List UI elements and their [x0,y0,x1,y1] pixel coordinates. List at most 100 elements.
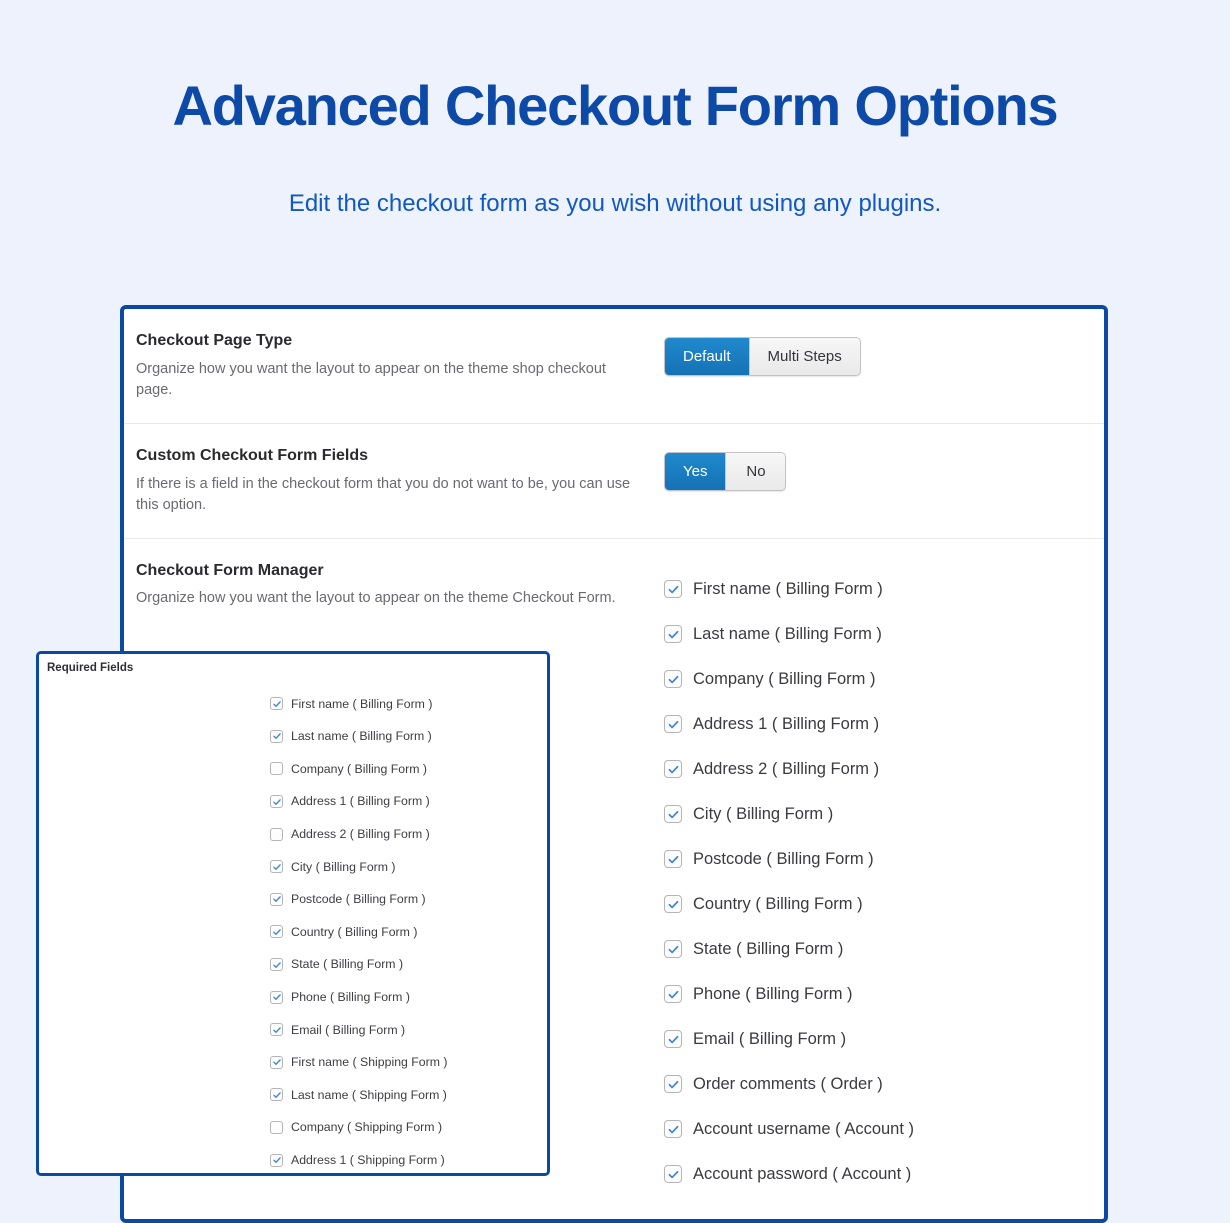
checkbox-checked-icon[interactable] [664,760,682,778]
required-field-item[interactable]: Company ( Shipping Form ) [39,1111,547,1144]
required-field-label: Last name ( Billing Form ) [291,730,432,742]
checkbox-checked-icon[interactable] [664,670,682,688]
required-field-label: Company ( Billing Form ) [291,763,427,775]
checkbox-unchecked-icon[interactable] [270,1121,283,1134]
checkout-page-type-option-multi-steps[interactable]: Multi Steps [749,338,860,375]
required-field-item[interactable]: Address 1 ( Shipping Form ) [39,1144,547,1176]
setting-info: Checkout Page Type Organize how you want… [136,331,664,401]
required-field-label: First name ( Shipping Form ) [291,1056,448,1068]
setting-label: Checkout Page Type [136,331,664,352]
required-field-label: Country ( Billing Form ) [291,926,417,938]
required-field-item[interactable]: City ( Billing Form ) [39,850,547,883]
checkout-page-type-option-default[interactable]: Default [665,338,749,375]
checkbox-checked-icon[interactable] [270,991,283,1004]
checkbox-unchecked-icon[interactable] [270,762,283,775]
custom-fields-option-no[interactable]: No [725,453,785,490]
required-field-item[interactable]: First name ( Shipping Form ) [39,1046,547,1079]
checkbox-checked-icon[interactable] [270,795,283,808]
checkbox-checked-icon[interactable] [270,925,283,938]
required-field-label: Company ( Shipping Form ) [291,1121,442,1133]
form-manager-field-label: Address 1 ( Billing Form ) [693,716,879,733]
checkbox-unchecked-icon[interactable] [270,828,283,841]
required-field-item[interactable]: Last name ( Billing Form ) [39,720,547,753]
required-field-item[interactable]: Address 1 ( Billing Form ) [39,785,547,818]
page-title: Advanced Checkout Form Options [0,78,1230,134]
checkbox-checked-icon[interactable] [664,985,682,1003]
form-manager-field-label: Postcode ( Billing Form ) [693,851,874,868]
checkbox-checked-icon[interactable] [270,1056,283,1069]
checkbox-checked-icon[interactable] [664,850,682,868]
checkbox-checked-icon[interactable] [270,1154,283,1167]
checkbox-checked-icon[interactable] [664,715,682,733]
checkbox-checked-icon[interactable] [664,805,682,823]
setting-control: Default Multi Steps [664,331,1076,376]
page-subtitle: Edit the checkout form as you wish witho… [0,134,1230,216]
required-fields-list: First name ( Billing Form ) Last name ( B… [39,675,547,1177]
checkbox-checked-icon[interactable] [664,940,682,958]
checkbox-checked-icon[interactable] [664,1075,682,1093]
checkbox-checked-icon[interactable] [664,1030,682,1048]
form-manager-field-label: Account username ( Account ) [693,1121,914,1138]
setting-label: Checkout Form Manager [136,561,664,582]
required-field-item[interactable]: Email ( Billing Form ) [39,1013,547,1046]
required-field-label: Postcode ( Billing Form ) [291,893,426,905]
required-field-label: First name ( Billing Form ) [291,698,432,710]
form-manager-field-item[interactable]: First name ( Billing Form ) [664,567,1076,612]
required-field-label: Address 2 ( Billing Form ) [291,828,430,840]
custom-fields-option-yes[interactable]: Yes [665,453,725,490]
checkbox-checked-icon[interactable] [270,860,283,873]
setting-control: First name ( Billing Form ) Last name ( B… [664,561,1076,1197]
checkbox-checked-icon[interactable] [270,893,283,906]
form-manager-field-item[interactable]: Account password ( Account ) [664,1152,1076,1197]
setting-description: Organize how you want the layout to appe… [136,359,641,401]
checkout-page-type-toggle[interactable]: Default Multi Steps [664,337,861,376]
form-manager-field-item[interactable]: Email ( Billing Form ) [664,1017,1076,1062]
required-field-label: Address 1 ( Billing Form ) [291,795,430,807]
required-field-label: Email ( Billing Form ) [291,1024,405,1036]
form-manager-field-item[interactable]: Company ( Billing Form ) [664,657,1076,702]
setting-row-checkout-page-type: Checkout Page Type Organize how you want… [124,309,1104,424]
setting-row-custom-checkout-form-fields: Custom Checkout Form Fields If there is … [124,424,1104,539]
checkbox-checked-icon[interactable] [664,1165,682,1183]
required-field-item[interactable]: Company ( Billing Form ) [39,753,547,786]
setting-info: Checkout Form Manager Organize how you w… [136,561,664,610]
checkbox-checked-icon[interactable] [270,1023,283,1036]
form-manager-field-item[interactable]: Country ( Billing Form ) [664,882,1076,927]
checkbox-checked-icon[interactable] [270,1088,283,1101]
setting-control: Yes No [664,446,1076,491]
checkbox-checked-icon[interactable] [664,625,682,643]
form-manager-field-item[interactable]: Order comments ( Order ) [664,1062,1076,1107]
required-field-item[interactable]: Postcode ( Billing Form ) [39,883,547,916]
form-manager-field-item[interactable]: Postcode ( Billing Form ) [664,837,1076,882]
form-manager-field-item[interactable]: Address 2 ( Billing Form ) [664,747,1076,792]
setting-description: Organize how you want the layout to appe… [136,588,641,609]
checkbox-checked-icon[interactable] [270,697,283,710]
form-manager-field-label: First name ( Billing Form ) [693,581,883,598]
form-manager-field-item[interactable]: City ( Billing Form ) [664,792,1076,837]
custom-checkout-form-fields-toggle[interactable]: Yes No [664,452,786,491]
required-field-item[interactable]: First name ( Billing Form ) [39,688,547,721]
checkbox-checked-icon[interactable] [664,895,682,913]
form-manager-field-label: Email ( Billing Form ) [693,1031,846,1048]
form-manager-field-item[interactable]: State ( Billing Form ) [664,927,1076,972]
checkbox-checked-icon[interactable] [270,958,283,971]
required-field-label: Phone ( Billing Form ) [291,991,410,1003]
required-field-item[interactable]: Last name ( Shipping Form ) [39,1079,547,1112]
required-field-item[interactable]: Phone ( Billing Form ) [39,981,547,1014]
required-field-item[interactable]: Address 2 ( Billing Form ) [39,818,547,851]
form-manager-field-item[interactable]: Last name ( Billing Form ) [664,612,1076,657]
checkbox-checked-icon[interactable] [664,1120,682,1138]
form-manager-field-label: State ( Billing Form ) [693,941,843,958]
checkbox-checked-icon[interactable] [270,730,283,743]
required-field-item[interactable]: Country ( Billing Form ) [39,916,547,949]
checkbox-checked-icon[interactable] [664,580,682,598]
required-field-label: City ( Billing Form ) [291,861,396,873]
required-field-item[interactable]: State ( Billing Form ) [39,948,547,981]
form-manager-field-item[interactable]: Phone ( Billing Form ) [664,972,1076,1017]
form-manager-field-label: Account password ( Account ) [693,1166,911,1183]
required-field-label: Address 1 ( Shipping Form ) [291,1154,445,1166]
form-manager-field-item[interactable]: Address 1 ( Billing Form ) [664,702,1076,747]
required-field-label: State ( Billing Form ) [291,958,403,970]
form-manager-field-label: City ( Billing Form ) [693,806,833,823]
form-manager-field-item[interactable]: Account username ( Account ) [664,1107,1076,1152]
